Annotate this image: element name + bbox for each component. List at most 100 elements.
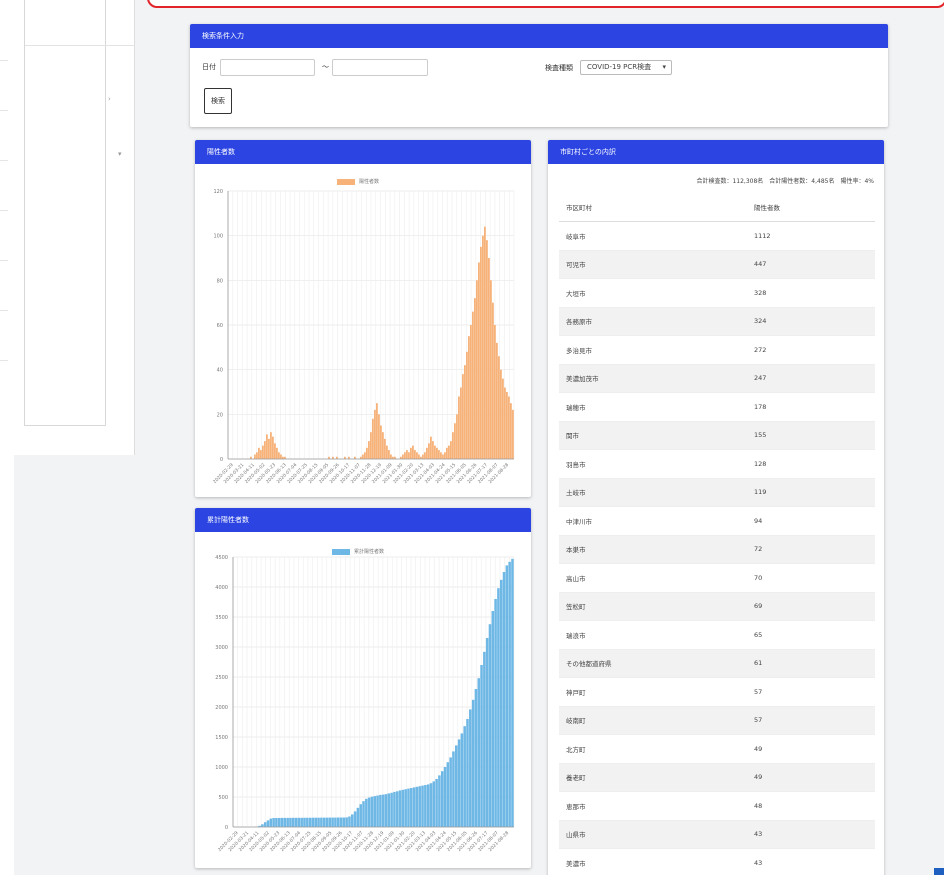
positive-count-cell: 70 bbox=[747, 563, 875, 593]
y-tick-label: 2500 bbox=[215, 675, 228, 681]
bar bbox=[277, 818, 281, 827]
positive-count-cell: 119 bbox=[747, 478, 875, 507]
positive-count-cell: 72 bbox=[747, 535, 875, 564]
bar bbox=[348, 816, 351, 827]
bar bbox=[466, 719, 469, 827]
bar bbox=[359, 804, 362, 827]
bar bbox=[328, 817, 332, 827]
bar bbox=[256, 452, 258, 459]
table-row: 中津川市 94 bbox=[559, 506, 875, 536]
cumulative-chart-card: 累計陽性者数 累計陽性者数 0 500 1000 1500 2000 2500 3000 35… bbox=[195, 508, 531, 868]
search-card-title: 検索条件入力 bbox=[190, 24, 888, 48]
table-row: 北方町 49 bbox=[559, 734, 875, 764]
municipality-cell: 中津川市 bbox=[559, 506, 747, 536]
positive-chart-title: 陽性者数 bbox=[195, 140, 531, 164]
municipality-cell: 山県市 bbox=[559, 820, 747, 849]
date-from-input[interactable] bbox=[220, 59, 315, 76]
nav-divider bbox=[0, 310, 8, 311]
positive-count-cell: 43 bbox=[747, 820, 875, 849]
bar bbox=[488, 258, 490, 459]
table-row: 岐阜市 1112 bbox=[559, 221, 875, 251]
municipal-card: 市町村ごとの内訳 合計検査数：112,308名 合計陽性者数：4,485名 陽性… bbox=[548, 140, 884, 875]
bar bbox=[386, 445, 388, 459]
bar bbox=[426, 447, 428, 459]
bar bbox=[502, 572, 506, 827]
positive-count-cell: 155 bbox=[747, 421, 875, 450]
municipality-cell: 羽島市 bbox=[559, 449, 747, 479]
municipality-cell: 神戸町 bbox=[559, 677, 747, 707]
bar bbox=[401, 789, 405, 827]
bar bbox=[458, 396, 460, 459]
search-button[interactable]: 検索 bbox=[204, 88, 232, 114]
nav-divider bbox=[0, 160, 8, 161]
date-to-input[interactable] bbox=[332, 59, 428, 76]
bar bbox=[276, 447, 278, 459]
municipality-cell: 岐阜市 bbox=[559, 221, 747, 251]
bar bbox=[381, 794, 385, 827]
bar bbox=[378, 414, 380, 459]
bar bbox=[325, 817, 329, 827]
positive-count-cell: 447 bbox=[747, 250, 875, 279]
bar bbox=[269, 818, 273, 827]
bar bbox=[272, 436, 274, 459]
bar bbox=[303, 817, 306, 827]
bar bbox=[494, 325, 496, 459]
bar bbox=[421, 785, 424, 827]
test-type-select[interactable]: COVID-19 PCR検査 ▾ bbox=[580, 60, 672, 75]
chevron-right-icon[interactable]: › bbox=[108, 95, 111, 103]
bar bbox=[454, 745, 458, 827]
bar bbox=[443, 767, 447, 827]
table-row: 大垣市 328 bbox=[559, 278, 875, 308]
bar bbox=[264, 441, 266, 459]
bar bbox=[272, 818, 275, 827]
positive-count-cell: 65 bbox=[747, 620, 875, 650]
bar bbox=[508, 396, 510, 459]
bar bbox=[496, 342, 498, 459]
bar bbox=[263, 822, 267, 827]
bar bbox=[366, 447, 368, 459]
bar bbox=[384, 794, 388, 827]
municipality-cell: 岐南町 bbox=[559, 706, 747, 735]
chevron-down-icon[interactable]: ▾ bbox=[118, 150, 122, 158]
bar bbox=[280, 817, 284, 827]
bar bbox=[440, 771, 444, 827]
municipality-cell: 北方町 bbox=[559, 734, 747, 764]
bar bbox=[454, 423, 456, 459]
bar bbox=[364, 452, 366, 459]
nav-divider bbox=[0, 360, 8, 361]
bar bbox=[376, 403, 378, 459]
bar bbox=[280, 454, 282, 459]
positive-count-cell: 324 bbox=[747, 307, 875, 336]
bar bbox=[286, 817, 289, 827]
bar bbox=[412, 445, 414, 459]
test-type-value: COVID-19 PCR検査 bbox=[587, 63, 652, 71]
bar bbox=[406, 450, 408, 459]
bar bbox=[484, 226, 486, 459]
bar bbox=[483, 651, 486, 827]
table-row: 土岐市 119 bbox=[559, 478, 875, 507]
bar bbox=[463, 726, 466, 827]
y-tick-label: 40 bbox=[217, 368, 223, 374]
bar bbox=[416, 452, 418, 459]
table-row: 瑞穂市 178 bbox=[559, 392, 875, 422]
bar bbox=[422, 454, 424, 459]
bar bbox=[494, 599, 497, 827]
bar bbox=[491, 611, 495, 827]
bar bbox=[444, 452, 446, 459]
bar bbox=[485, 638, 489, 827]
table-row: 各務原市 324 bbox=[559, 307, 875, 336]
positive-count-cell: 48 bbox=[747, 791, 875, 821]
y-tick-label: 4500 bbox=[215, 555, 228, 561]
bar bbox=[460, 387, 462, 459]
bar bbox=[499, 579, 503, 827]
cumulative-chart-plot: 0500100015002000250030003500400045002020… bbox=[215, 555, 515, 853]
bar bbox=[274, 443, 276, 459]
y-tick-label: 4000 bbox=[215, 585, 228, 591]
y-tick-label: 20 bbox=[217, 412, 223, 418]
bar bbox=[283, 817, 287, 827]
bar bbox=[424, 452, 426, 459]
y-tick-label: 80 bbox=[217, 278, 223, 284]
bar bbox=[460, 733, 464, 827]
bar bbox=[438, 450, 440, 459]
bar bbox=[480, 665, 483, 827]
